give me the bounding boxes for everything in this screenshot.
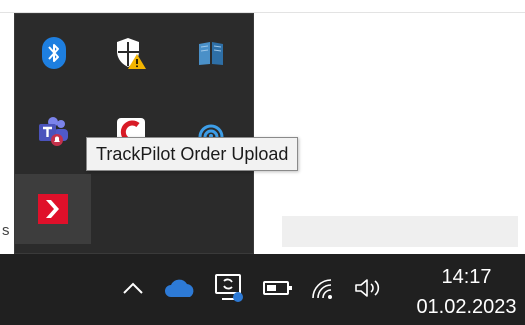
background-scrollbar (282, 216, 518, 247)
volume-button[interactable] (350, 272, 390, 308)
speaker-icon (353, 276, 387, 305)
taskbar: 14:17 01.02.2023 (0, 254, 525, 325)
network-button[interactable] (306, 272, 342, 308)
book-icon (196, 39, 226, 67)
sync-device-icon (212, 273, 244, 308)
show-hidden-icons-button[interactable] (116, 272, 150, 308)
taskbar-clock[interactable]: 14:17 01.02.2023 (408, 262, 525, 320)
tooltip: TrackPilot Order Upload (86, 137, 299, 171)
battery-icon (262, 279, 294, 302)
tray-item-windows-security[interactable] (95, 23, 167, 83)
wifi-icon (309, 276, 339, 305)
teams-icon (37, 116, 71, 148)
trackpilot-icon (38, 194, 68, 224)
battery-button[interactable] (260, 272, 296, 308)
tooltip-text: TrackPilot Order Upload (96, 143, 289, 164)
sync-device-button[interactable] (208, 272, 248, 308)
clock-time: 14:17 (441, 266, 492, 288)
background-text: s (2, 222, 10, 239)
bluetooth-icon (41, 37, 67, 69)
onedrive-button[interactable] (160, 272, 200, 308)
clock-date: 01.02.2023 (416, 296, 517, 318)
tray-item-bluetooth[interactable] (18, 23, 90, 83)
tray-item-trackpilot[interactable] (15, 174, 91, 244)
chevron-up-icon (122, 281, 144, 300)
tray-item-teams[interactable] (18, 102, 90, 162)
onedrive-cloud-icon (163, 277, 197, 304)
tray-overflow-flyout (14, 13, 254, 254)
tray-item-book[interactable] (175, 23, 247, 83)
windows-security-warning-icon (114, 36, 148, 70)
